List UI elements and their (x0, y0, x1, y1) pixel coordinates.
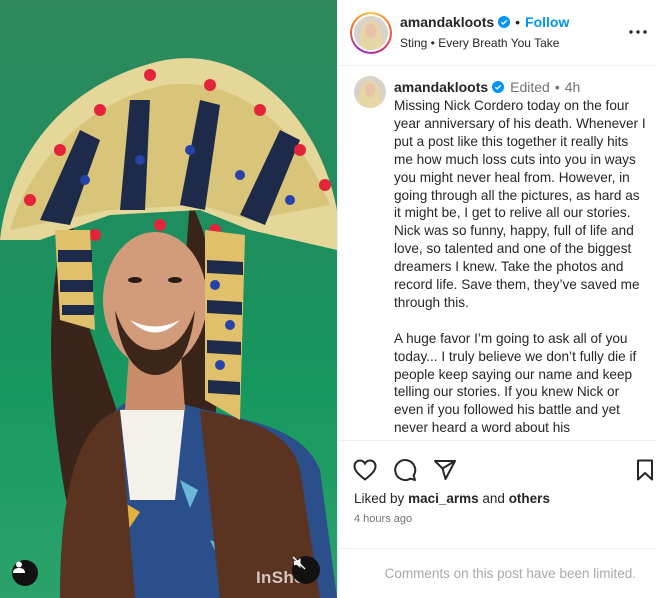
comment-icon[interactable] (392, 457, 418, 483)
caption-paragraph: Missing Nick Cordero today on the four y… (394, 98, 646, 310)
verified-badge-icon (492, 81, 505, 93)
post-photo (0, 58, 337, 598)
comments-limited-notice: Comments on this post have been limited. (338, 548, 656, 598)
liked-by-others-link[interactable]: others (509, 491, 550, 506)
follow-button[interactable]: Follow (525, 14, 569, 30)
more-options-icon[interactable] (628, 22, 648, 42)
username-link[interactable]: amandakloots (400, 14, 494, 30)
heart-icon[interactable] (352, 457, 378, 483)
liked-by-and: and (482, 491, 505, 506)
separator-dot: • (515, 14, 521, 30)
avatar (354, 16, 388, 50)
liked-by-summary: Liked by maci_arms and others (354, 491, 550, 506)
caption-avatar[interactable] (354, 76, 386, 108)
post-media[interactable]: InShot (0, 0, 337, 598)
user-tag-icon[interactable] (12, 560, 38, 586)
verified-badge-icon (498, 16, 511, 28)
caption-paragraph: A huge favor I’m going to ask all of you… (394, 330, 637, 436)
caption-section: amandakloots Edited • 4h Missing Nick Co… (338, 66, 656, 440)
audio-link[interactable]: Sting • Every Breath You Take (400, 36, 559, 50)
share-icon[interactable] (432, 457, 458, 483)
post-header: amandakloots • Follow Sting • Every Brea… (338, 0, 656, 66)
mute-icon[interactable] (292, 556, 320, 584)
action-bar: Liked by maci_arms and others 4 hours ag… (338, 440, 656, 548)
post-details-panel: amandakloots • Follow Sting • Every Brea… (337, 0, 656, 598)
story-ring[interactable] (350, 12, 392, 54)
separator-dot: • (554, 79, 560, 95)
edited-label: Edited (510, 79, 550, 95)
post-timestamp[interactable]: 4 hours ago (354, 513, 412, 525)
liked-by-user-link[interactable]: maci_arms (408, 491, 479, 506)
bookmark-icon[interactable] (632, 457, 656, 483)
comments-limited-text: Comments on this post have been limited. (384, 566, 636, 581)
caption-timestamp[interactable]: 4h (565, 79, 581, 95)
caption-username[interactable]: amandakloots (394, 79, 488, 95)
liked-by-label: Liked by (354, 491, 405, 506)
caption-text: Missing Nick Cordero today on the four y… (394, 97, 646, 440)
